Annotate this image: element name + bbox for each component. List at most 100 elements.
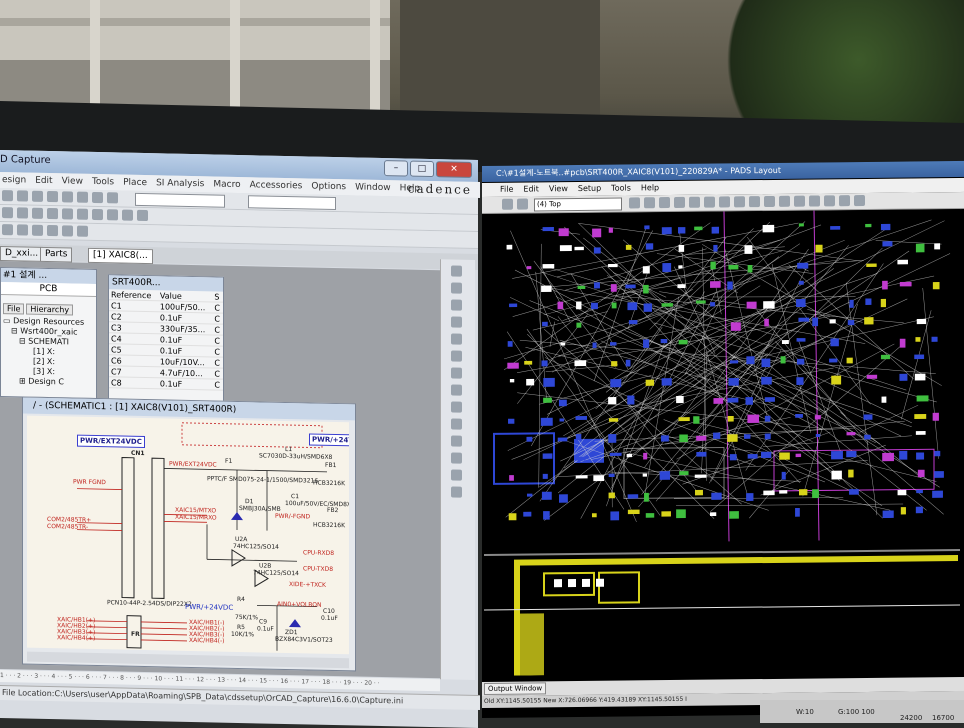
c10-value: 0.1uF (321, 615, 338, 622)
save-icon[interactable] (517, 199, 528, 210)
place-arc-icon[interactable] (451, 486, 462, 497)
pspice-icon[interactable] (62, 225, 73, 236)
cam-icon[interactable] (809, 195, 820, 206)
zoom-in-icon[interactable] (2, 207, 13, 218)
ratsnest-line (558, 348, 742, 493)
print-icon[interactable] (122, 210, 133, 221)
place-junction-icon[interactable] (451, 350, 462, 361)
menu-edit[interactable]: Edit (35, 176, 52, 186)
netlist-icon[interactable] (107, 192, 118, 203)
paste-icon[interactable] (92, 192, 103, 203)
filter-icon[interactable] (779, 196, 790, 207)
zoom-out-icon[interactable] (17, 207, 28, 218)
place-port-icon[interactable] (451, 401, 462, 412)
bom-icon[interactable] (62, 208, 73, 219)
place-bus-icon[interactable] (451, 333, 462, 344)
tab-hierarchy[interactable]: Hierarchy (26, 304, 73, 316)
redraw-icon[interactable] (629, 197, 640, 208)
menu-macro[interactable]: Macro (213, 179, 240, 190)
route-icon[interactable] (674, 197, 685, 208)
component-pad (610, 511, 619, 520)
menu-help[interactable]: Help (641, 181, 659, 195)
place-text-icon[interactable] (451, 418, 462, 429)
layout-icon[interactable] (47, 225, 58, 236)
tab-schematic[interactable]: [1] XAIC8(... (88, 248, 153, 264)
column-header: S (212, 291, 223, 302)
undo-icon[interactable] (734, 196, 745, 207)
view-icon[interactable] (32, 191, 43, 202)
macro-icon[interactable] (839, 195, 850, 206)
power-port-ext24v[interactable]: PWR/EXT24VDC (77, 435, 145, 448)
table-row[interactable]: C80.1uFC (109, 377, 223, 390)
menu-view[interactable]: View (62, 176, 83, 186)
help-icon[interactable] (137, 210, 148, 221)
place-rect-icon[interactable] (451, 452, 462, 463)
redo-icon[interactable] (749, 196, 760, 207)
place-net-icon[interactable] (451, 316, 462, 327)
annotate-icon[interactable] (77, 209, 88, 220)
minimize-button[interactable]: – (384, 160, 408, 177)
snap-icon[interactable] (32, 225, 43, 236)
drc-icon[interactable] (47, 208, 58, 219)
output-window-button[interactable]: Output Window (484, 682, 546, 695)
component-pad (661, 511, 671, 516)
component-pad (662, 227, 672, 234)
grid-icon[interactable] (17, 224, 28, 235)
copy-icon[interactable] (77, 192, 88, 203)
drafting-icon[interactable] (704, 197, 715, 208)
verify-icon[interactable] (794, 196, 805, 207)
tree-item[interactable]: ⊞ Design C (3, 376, 96, 388)
cross-ref-icon[interactable] (92, 209, 103, 220)
d1-part: SMBJ30A/SMB (239, 505, 281, 513)
menu-place[interactable]: Place (123, 178, 147, 189)
component-pad (543, 511, 550, 520)
pan-icon[interactable] (644, 197, 655, 208)
place-ground-icon[interactable] (451, 384, 462, 395)
tab-design[interactable]: D_xxi... (0, 246, 43, 262)
menu-tools[interactable]: Tools (611, 181, 631, 195)
place-wire-icon[interactable] (451, 299, 462, 310)
export-icon[interactable] (107, 209, 118, 220)
part-combo[interactable] (135, 193, 225, 208)
menu-accessories[interactable]: Accessories (250, 180, 303, 191)
menu-options[interactable]: Options (311, 182, 346, 193)
undo-icon[interactable] (47, 191, 58, 202)
router-icon[interactable] (854, 195, 865, 206)
open-icon[interactable] (502, 199, 513, 210)
report-icon[interactable] (824, 195, 835, 206)
place-power-icon[interactable] (451, 367, 462, 378)
close-button[interactable]: ✕ (436, 161, 472, 178)
ecochange-icon[interactable] (719, 196, 730, 207)
menu-design[interactable]: esign (2, 175, 26, 186)
schematic-canvas[interactable]: PWR/EXT24VDC PWR/+24V CN1 F1 L1 SC7030D-… (27, 416, 349, 655)
menu-view[interactable]: View (549, 182, 568, 196)
place-line-icon[interactable] (451, 435, 462, 446)
menu-window[interactable]: Window (355, 182, 391, 193)
design-icon[interactable] (689, 197, 700, 208)
component-pad (543, 474, 548, 479)
eye-icon[interactable] (32, 208, 43, 219)
place-part-icon[interactable] (451, 282, 462, 293)
menu-edit[interactable]: Edit (523, 182, 539, 196)
search-icon[interactable] (2, 190, 13, 201)
redo-icon[interactable] (62, 191, 73, 202)
power-port-24v[interactable]: PWR/+24V (309, 433, 349, 446)
place-ellipse-icon[interactable] (451, 469, 462, 480)
layer-select[interactable]: (4) Top (534, 198, 622, 212)
menu-si-analysis[interactable]: SI Analysis (156, 178, 204, 189)
find-combo[interactable] (248, 195, 336, 210)
board-icon[interactable] (659, 197, 670, 208)
pin-icon[interactable] (2, 224, 13, 235)
tab-file[interactable]: File (3, 303, 24, 314)
menu-setup[interactable]: Setup (578, 182, 601, 196)
select-icon[interactable] (451, 265, 462, 276)
maximize-button[interactable]: □ (410, 161, 434, 178)
pcb-canvas[interactable] (484, 209, 960, 676)
zoom-icon[interactable] (764, 196, 775, 207)
zoom-icon[interactable] (17, 190, 28, 201)
database-icon[interactable] (77, 226, 88, 237)
menu-tools[interactable]: Tools (92, 177, 114, 187)
component-pad (882, 397, 887, 403)
menu-file[interactable]: File (500, 183, 513, 197)
tab-parts[interactable]: Parts (40, 247, 72, 263)
